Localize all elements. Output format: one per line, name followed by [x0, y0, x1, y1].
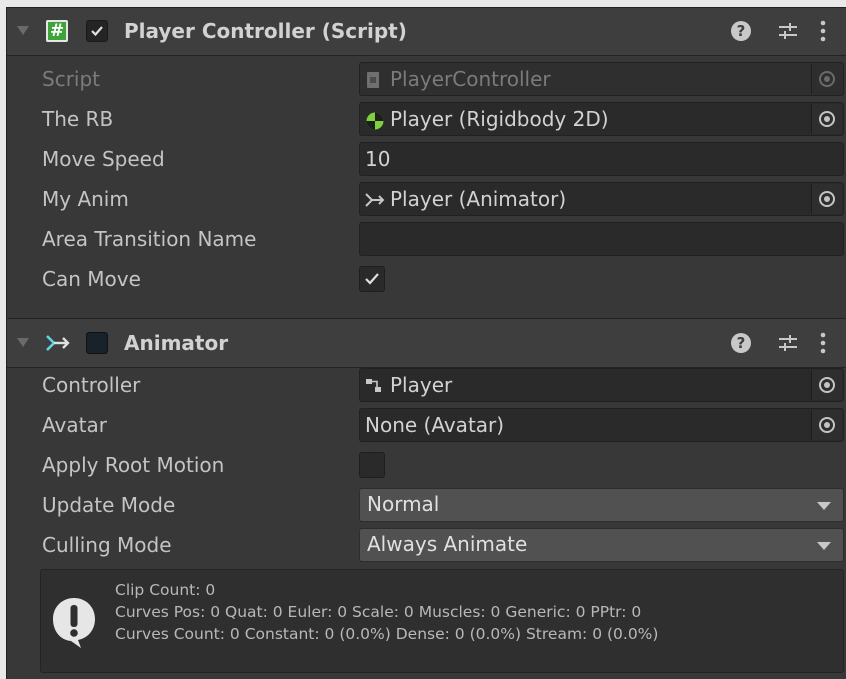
avatar-object-field[interactable]: None (Avatar) [359, 408, 844, 442]
field-row-apply-root-motion: Apply Root Motion [7, 446, 846, 484]
field-row-update-mode: Update Mode Normal [7, 486, 846, 524]
field-row-script: Script PlayerController [7, 60, 846, 98]
script-object-field: PlayerController [359, 62, 844, 96]
object-picker-icon[interactable] [811, 184, 842, 214]
field-label: My Anim [42, 187, 129, 211]
foldout-arrow-icon[interactable] [17, 26, 29, 35]
move-speed-input[interactable]: 10 [359, 142, 844, 176]
component-header-animator[interactable]: Animator ? [7, 318, 846, 368]
animator-info-box: Clip Count: 0 Curves Pos: 0 Quat: 0 Eule… [40, 569, 844, 673]
component-header-player-controller[interactable]: # Player Controller (Script) ? [7, 8, 846, 56]
field-label: Move Speed [42, 147, 165, 171]
field-row-culling-mode: Culling Mode Always Animate [7, 526, 846, 564]
controller-object-field[interactable]: Player [359, 368, 844, 402]
area-transition-name-input[interactable] [359, 222, 844, 256]
kebab-menu-icon[interactable] [819, 19, 827, 47]
presets-icon[interactable] [777, 20, 799, 46]
field-row-move-speed: Move Speed 10 [7, 140, 846, 178]
animator-icon [365, 193, 385, 207]
field-label: Culling Mode [42, 533, 172, 557]
object-picker-icon[interactable] [811, 104, 842, 134]
field-label: The RB [42, 107, 114, 131]
foldout-arrow-icon[interactable] [17, 338, 29, 347]
field-label: Controller [42, 373, 141, 397]
culling-mode-dropdown[interactable]: Always Animate [359, 528, 844, 562]
field-label: Apply Root Motion [42, 453, 225, 477]
field-row-my-anim: My Anim Player (Animator) [7, 180, 846, 218]
field-row-avatar: Avatar None (Avatar) [7, 406, 846, 444]
info-line: Clip Count: 0 [115, 581, 216, 599]
script-file-icon [367, 72, 379, 88]
info-line: Curves Count: 0 Constant: 0 (0.0%) Dense… [115, 625, 659, 643]
info-text: Clip Count: 0 Curves Pos: 0 Quat: 0 Eule… [115, 579, 658, 645]
help-icon[interactable]: ? [731, 21, 751, 41]
apply-root-motion-checkbox[interactable] [359, 452, 385, 478]
field-label: Avatar [42, 413, 107, 437]
component-enabled-checkbox[interactable] [86, 332, 108, 354]
component-title: Player Controller (Script) [124, 19, 407, 43]
my-anim-object-field[interactable]: Player (Animator) [359, 182, 844, 216]
update-mode-dropdown[interactable]: Normal [359, 488, 844, 522]
component-enabled-checkbox[interactable] [86, 20, 108, 42]
animator-icon [46, 335, 70, 351]
animator-controller-icon [366, 379, 381, 392]
field-row-can-move: Can Move [7, 260, 846, 298]
dropdown-arrow-icon [817, 542, 831, 550]
info-line: Curves Pos: 0 Quat: 0 Euler: 0 Scale: 0 … [115, 603, 642, 621]
dropdown-arrow-icon [817, 502, 831, 510]
info-exclamation-icon [53, 598, 95, 648]
checkmark-icon [365, 273, 379, 285]
field-row-the-rb: The RB Player (Rigidbody 2D) [7, 100, 846, 138]
kebab-menu-icon[interactable] [819, 331, 827, 359]
field-label: Can Move [42, 267, 141, 291]
object-picker-icon[interactable] [811, 370, 842, 400]
rigidbody2d-icon [366, 112, 384, 130]
field-label: Script [42, 67, 101, 91]
field-row-area-transition-name: Area Transition Name [7, 220, 846, 258]
component-title: Animator [124, 331, 229, 355]
field-label: Area Transition Name [42, 227, 257, 251]
checkmark-icon [91, 26, 103, 37]
csharp-script-icon: # [46, 20, 68, 42]
presets-icon[interactable] [777, 332, 799, 358]
field-label: Update Mode [42, 493, 176, 517]
help-icon[interactable]: ? [731, 333, 751, 353]
the-rb-object-field[interactable]: Player (Rigidbody 2D) [359, 102, 844, 136]
inspector-panel: # Player Controller (Script) ? Script Pl… [6, 7, 846, 679]
can-move-checkbox[interactable] [359, 266, 385, 292]
object-picker-icon[interactable] [811, 410, 842, 440]
object-picker-icon [811, 64, 842, 94]
field-row-controller: Controller Player [7, 366, 846, 404]
